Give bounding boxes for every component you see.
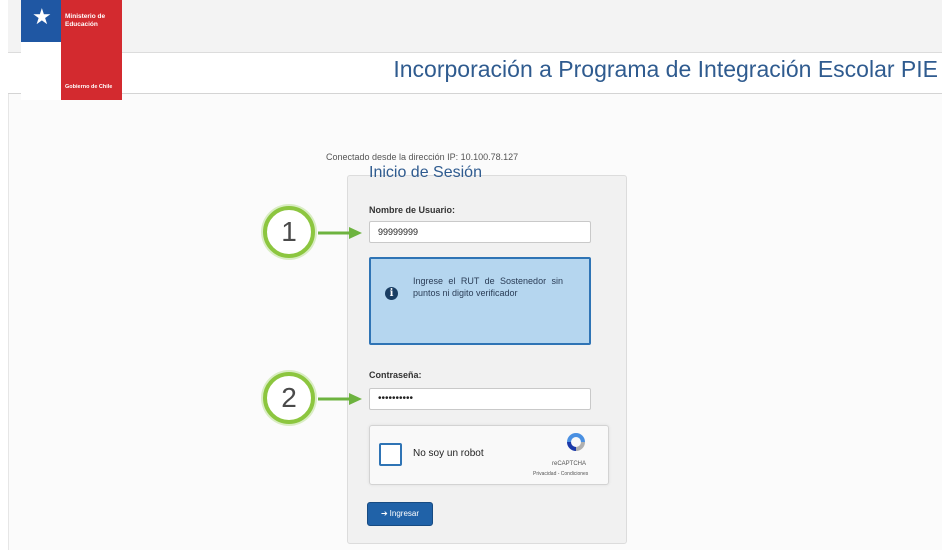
callout-2: 2 (263, 372, 315, 424)
recaptcha-brand: reCAPTCHA (552, 461, 587, 467)
password-field[interactable]: •••••••••• (369, 388, 591, 410)
recaptcha-widget: No soy un robot reCAPTCHA Privacidad - C… (369, 425, 609, 485)
recaptcha-checkbox[interactable] (379, 443, 402, 466)
sign-in-icon: ➔ (380, 509, 388, 518)
ministry-logo: ★ Ministerio de Educación Gobierno de Ch… (21, 0, 122, 100)
password-label: Contraseña: (369, 370, 422, 380)
logo-ministry-text: Ministerio de Educación (65, 13, 106, 28)
recaptcha-links[interactable]: Privacidad - Condiciones (533, 471, 588, 477)
connection-ip-text: Conectado desde la dirección IP: 10.100.… (326, 152, 519, 162)
callout-2-arrow-icon (318, 393, 362, 405)
submit-label: Ingresar (389, 509, 420, 518)
recaptcha-logo-icon (567, 433, 585, 451)
login-title: Inicio de Sesión (369, 164, 482, 181)
username-label: Nombre de Usuario: (369, 205, 456, 215)
rut-info-box: i Ingrese el RUT de Sostenedor sin punto… (369, 257, 591, 345)
rut-info-text: Ingrese el RUT de Sostenedor sin puntos … (413, 276, 563, 298)
callout-1: 1 (263, 206, 315, 258)
page-title: Incorporación a Programa de Integración … (393, 56, 938, 82)
info-icon: i (385, 287, 398, 300)
logo-white-block (21, 42, 61, 100)
recaptcha-label: No soy un robot (413, 448, 484, 459)
login-submit-button[interactable]: ➔ Ingresar (367, 502, 433, 526)
callout-1-arrow-icon (318, 227, 362, 239)
username-field[interactable]: 99999999 (369, 221, 591, 243)
coat-of-arms-icon: ★ (32, 4, 52, 29)
logo-government-text: Gobierno de Chile (65, 84, 113, 90)
header-band (8, 0, 942, 53)
